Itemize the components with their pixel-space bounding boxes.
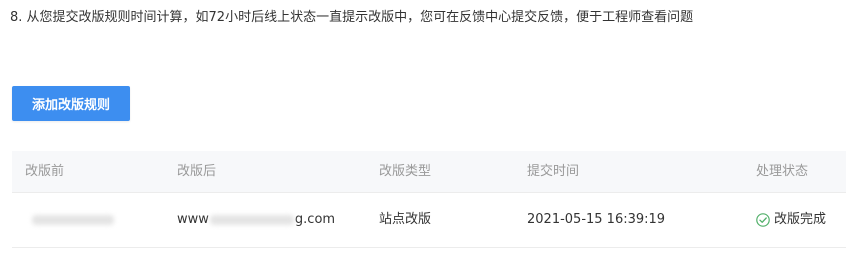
add-rule-button[interactable]: 添加改版规则 bbox=[12, 86, 130, 121]
table-header: 改版前 改版后 改版类型 提交时间 处理状态 bbox=[12, 151, 846, 193]
rules-table: 改版前 改版后 改版类型 提交时间 处理状态 www g.com 站点改版 202… bbox=[12, 151, 846, 248]
table-row: www g.com 站点改版 2021-05-15 16:39:19 改版完成 bbox=[12, 193, 846, 248]
submit-time: 2021-05-15 16:39:19 bbox=[527, 212, 666, 227]
notice-text: 8. 从您提交改版规则时间计算，如72小时后线上状态一直提示改版中，您可在反馈中… bbox=[10, 10, 694, 25]
redacted-before-url bbox=[32, 215, 114, 225]
after-url-prefix: www bbox=[177, 212, 209, 227]
after-url-suffix: g.com bbox=[294, 212, 336, 227]
after-url: www g.com bbox=[177, 193, 335, 247]
header-after: 改版后 bbox=[177, 164, 217, 179]
rule-type: 站点改版 bbox=[379, 212, 432, 227]
status-badge: 改版完成 bbox=[756, 193, 826, 247]
header-before: 改版前 bbox=[25, 164, 65, 179]
header-submit-time: 提交时间 bbox=[527, 164, 580, 179]
status-cell: 改版完成 bbox=[756, 193, 826, 251]
check-circle-icon bbox=[756, 213, 770, 227]
header-status: 处理状态 bbox=[756, 164, 809, 179]
redacted-after-url bbox=[209, 214, 294, 225]
header-type: 改版类型 bbox=[379, 164, 432, 179]
status-text: 改版完成 bbox=[774, 212, 827, 227]
